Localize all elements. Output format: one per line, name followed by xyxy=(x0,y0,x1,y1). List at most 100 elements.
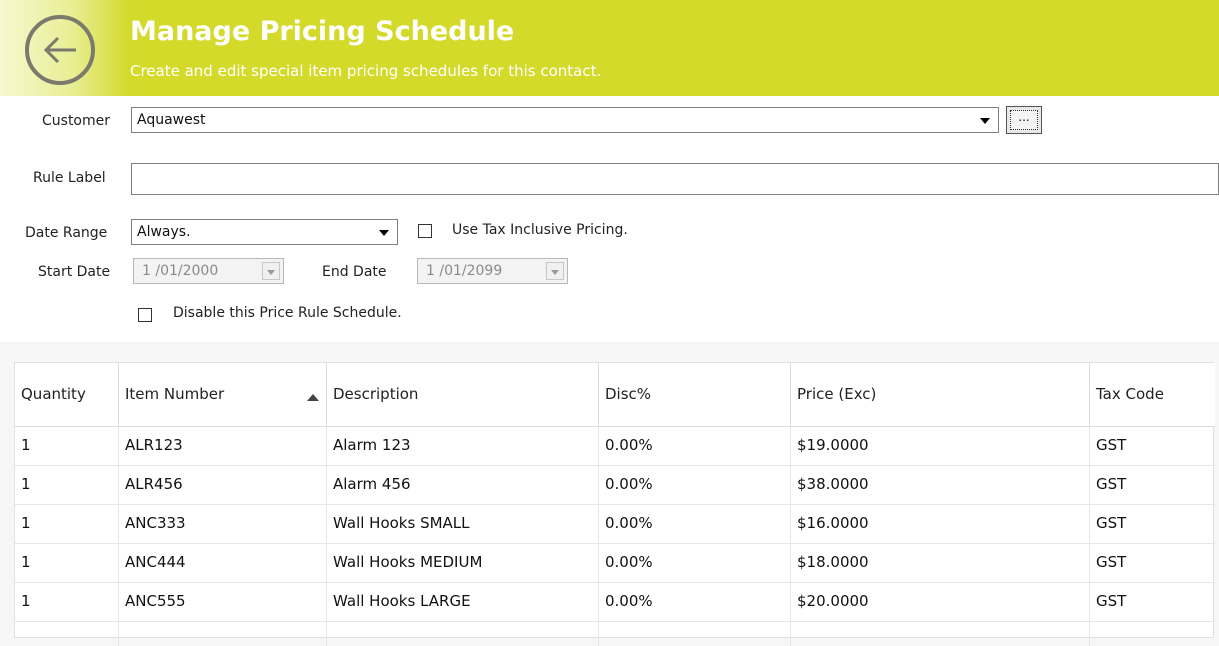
cell-text: $18.0000 xyxy=(797,553,869,571)
cell-quantity[interactable]: 1 xyxy=(15,544,119,583)
cell-text: 0.00% xyxy=(605,592,653,610)
column-header-disc[interactable]: Disc% xyxy=(599,363,791,427)
table-row[interactable]: 1 ANC444 Wall Hooks MEDIUM 0.00% $18.0000 GST xyxy=(15,544,1215,583)
tax-inclusive-label: Use Tax Inclusive Pricing. xyxy=(452,222,628,238)
cell-tax-code[interactable] xyxy=(1090,622,1215,646)
end-date-picker[interactable]: 1 /01/2099 xyxy=(417,258,568,284)
cell-text: GST xyxy=(1096,592,1127,610)
date-range-label: Date Range xyxy=(25,225,108,241)
cell-description[interactable]: Wall Hooks SMALL xyxy=(327,505,599,544)
cell-description[interactable]: Wall Hooks MEDIUM xyxy=(327,544,599,583)
rule-label-input[interactable] xyxy=(131,163,1219,195)
cell-quantity[interactable]: 1 xyxy=(15,427,119,466)
cell-disc[interactable]: 0.00% xyxy=(599,583,791,622)
cell-text: Wall Hooks LARGE xyxy=(333,592,471,610)
cell-price[interactable] xyxy=(791,622,1090,646)
cell-text: 1 xyxy=(21,475,31,493)
back-button[interactable] xyxy=(25,15,95,85)
start-date-value: 1 /01/2000 xyxy=(142,263,219,279)
cell-text: GST xyxy=(1096,475,1127,493)
cell-tax-code[interactable]: GST xyxy=(1090,583,1215,622)
chevron-down-icon xyxy=(980,118,990,124)
cell-price[interactable]: $38.0000 xyxy=(791,466,1090,505)
arrow-left-icon xyxy=(43,36,76,64)
cell-text: 0.00% xyxy=(605,436,653,454)
cell-item-number[interactable]: ANC555 xyxy=(119,583,327,622)
cell-text: ALR456 xyxy=(125,475,183,493)
cell-text: Wall Hooks MEDIUM xyxy=(333,553,483,571)
table-row[interactable]: 1 ANC333 Wall Hooks SMALL 0.00% $16.0000 GST xyxy=(15,505,1215,544)
tax-inclusive-checkbox[interactable] xyxy=(418,224,432,238)
cell-disc[interactable]: 0.00% xyxy=(599,466,791,505)
cell-text: 0.00% xyxy=(605,553,653,571)
cell-disc[interactable]: 0.00% xyxy=(599,544,791,583)
column-header-price[interactable]: Price (Exc) xyxy=(791,363,1090,427)
calendar-dropdown-icon[interactable] xyxy=(546,262,564,280)
cell-text: Alarm 456 xyxy=(333,475,411,493)
cell-tax-code[interactable]: GST xyxy=(1090,466,1215,505)
cell-text: ANC555 xyxy=(125,592,186,610)
rule-label-label: Rule Label xyxy=(33,170,106,186)
cell-item-number[interactable]: ALR123 xyxy=(119,427,327,466)
ellipsis-label: ... xyxy=(1010,110,1038,130)
cell-text: Wall Hooks SMALL xyxy=(333,514,470,532)
cell-text: GST xyxy=(1096,514,1127,532)
table-row[interactable]: 1 ALR456 Alarm 456 0.00% $38.0000 GST xyxy=(15,466,1215,505)
cell-item-number[interactable]: ANC444 xyxy=(119,544,327,583)
start-date-picker[interactable]: 1 /01/2000 xyxy=(133,258,284,284)
cell-price[interactable]: $19.0000 xyxy=(791,427,1090,466)
sort-ascending-icon xyxy=(307,394,319,401)
cell-text: 1 xyxy=(21,553,31,571)
cell-text: $16.0000 xyxy=(797,514,869,532)
cell-text: GST xyxy=(1096,436,1127,454)
cell-text: $19.0000 xyxy=(797,436,869,454)
start-date-label: Start Date xyxy=(38,264,111,280)
cell-tax-code[interactable]: GST xyxy=(1090,505,1215,544)
column-header-tax-code[interactable]: Tax Code xyxy=(1090,363,1215,427)
cell-item-number[interactable] xyxy=(119,622,327,646)
column-header-item-number[interactable]: Item Number xyxy=(119,363,327,427)
cell-price[interactable]: $16.0000 xyxy=(791,505,1090,544)
cell-quantity[interactable]: 1 xyxy=(15,466,119,505)
cell-price[interactable]: $18.0000 xyxy=(791,544,1090,583)
cell-text: 1 xyxy=(21,592,31,610)
new-row[interactable] xyxy=(15,622,1215,646)
cell-description[interactable]: Wall Hooks LARGE xyxy=(327,583,599,622)
end-date-label: End Date xyxy=(322,264,387,280)
chevron-down-icon xyxy=(379,230,389,236)
cell-disc[interactable]: 0.00% xyxy=(599,505,791,544)
date-range-select[interactable]: Always. xyxy=(131,219,398,245)
disable-schedule-checkbox[interactable] xyxy=(138,308,152,322)
date-range-value: Always. xyxy=(137,224,191,240)
cell-disc[interactable] xyxy=(599,622,791,646)
cell-disc[interactable]: 0.00% xyxy=(599,427,791,466)
cell-description[interactable]: Alarm 456 xyxy=(327,466,599,505)
cell-tax-code[interactable]: GST xyxy=(1090,544,1215,583)
pricing-grid: Quantity Item Number Description Disc% P… xyxy=(14,362,1215,646)
cell-text: ANC333 xyxy=(125,514,186,532)
cell-text: $38.0000 xyxy=(797,475,869,493)
cell-tax-code[interactable]: GST xyxy=(1090,427,1215,466)
cell-item-number[interactable]: ALR456 xyxy=(119,466,327,505)
page-subtitle: Create and edit special item pricing sch… xyxy=(130,62,602,80)
cell-description[interactable]: Alarm 123 xyxy=(327,427,599,466)
cell-item-number[interactable]: ANC333 xyxy=(119,505,327,544)
customer-value: Aquawest xyxy=(137,112,206,128)
cell-text: ALR123 xyxy=(125,436,183,454)
column-header-quantity[interactable]: Quantity xyxy=(15,363,119,427)
column-header-description[interactable]: Description xyxy=(327,363,599,427)
cell-quantity[interactable] xyxy=(15,622,119,646)
cell-description[interactable] xyxy=(327,622,599,646)
customer-select[interactable]: Aquawest xyxy=(131,107,999,133)
table-row[interactable]: 1 ANC555 Wall Hooks LARGE 0.00% $20.0000 GST xyxy=(15,583,1215,622)
table-row[interactable]: 1 ALR123 Alarm 123 0.00% $19.0000 GST xyxy=(15,427,1215,466)
customer-browse-button[interactable]: ... xyxy=(1006,106,1042,134)
cell-quantity[interactable]: 1 xyxy=(15,505,119,544)
cell-text: 1 xyxy=(21,514,31,532)
page-title: Manage Pricing Schedule xyxy=(130,16,515,47)
cell-text: Alarm 123 xyxy=(333,436,411,454)
calendar-dropdown-icon[interactable] xyxy=(262,262,280,280)
cell-text: ANC444 xyxy=(125,553,186,571)
cell-price[interactable]: $20.0000 xyxy=(791,583,1090,622)
cell-quantity[interactable]: 1 xyxy=(15,583,119,622)
